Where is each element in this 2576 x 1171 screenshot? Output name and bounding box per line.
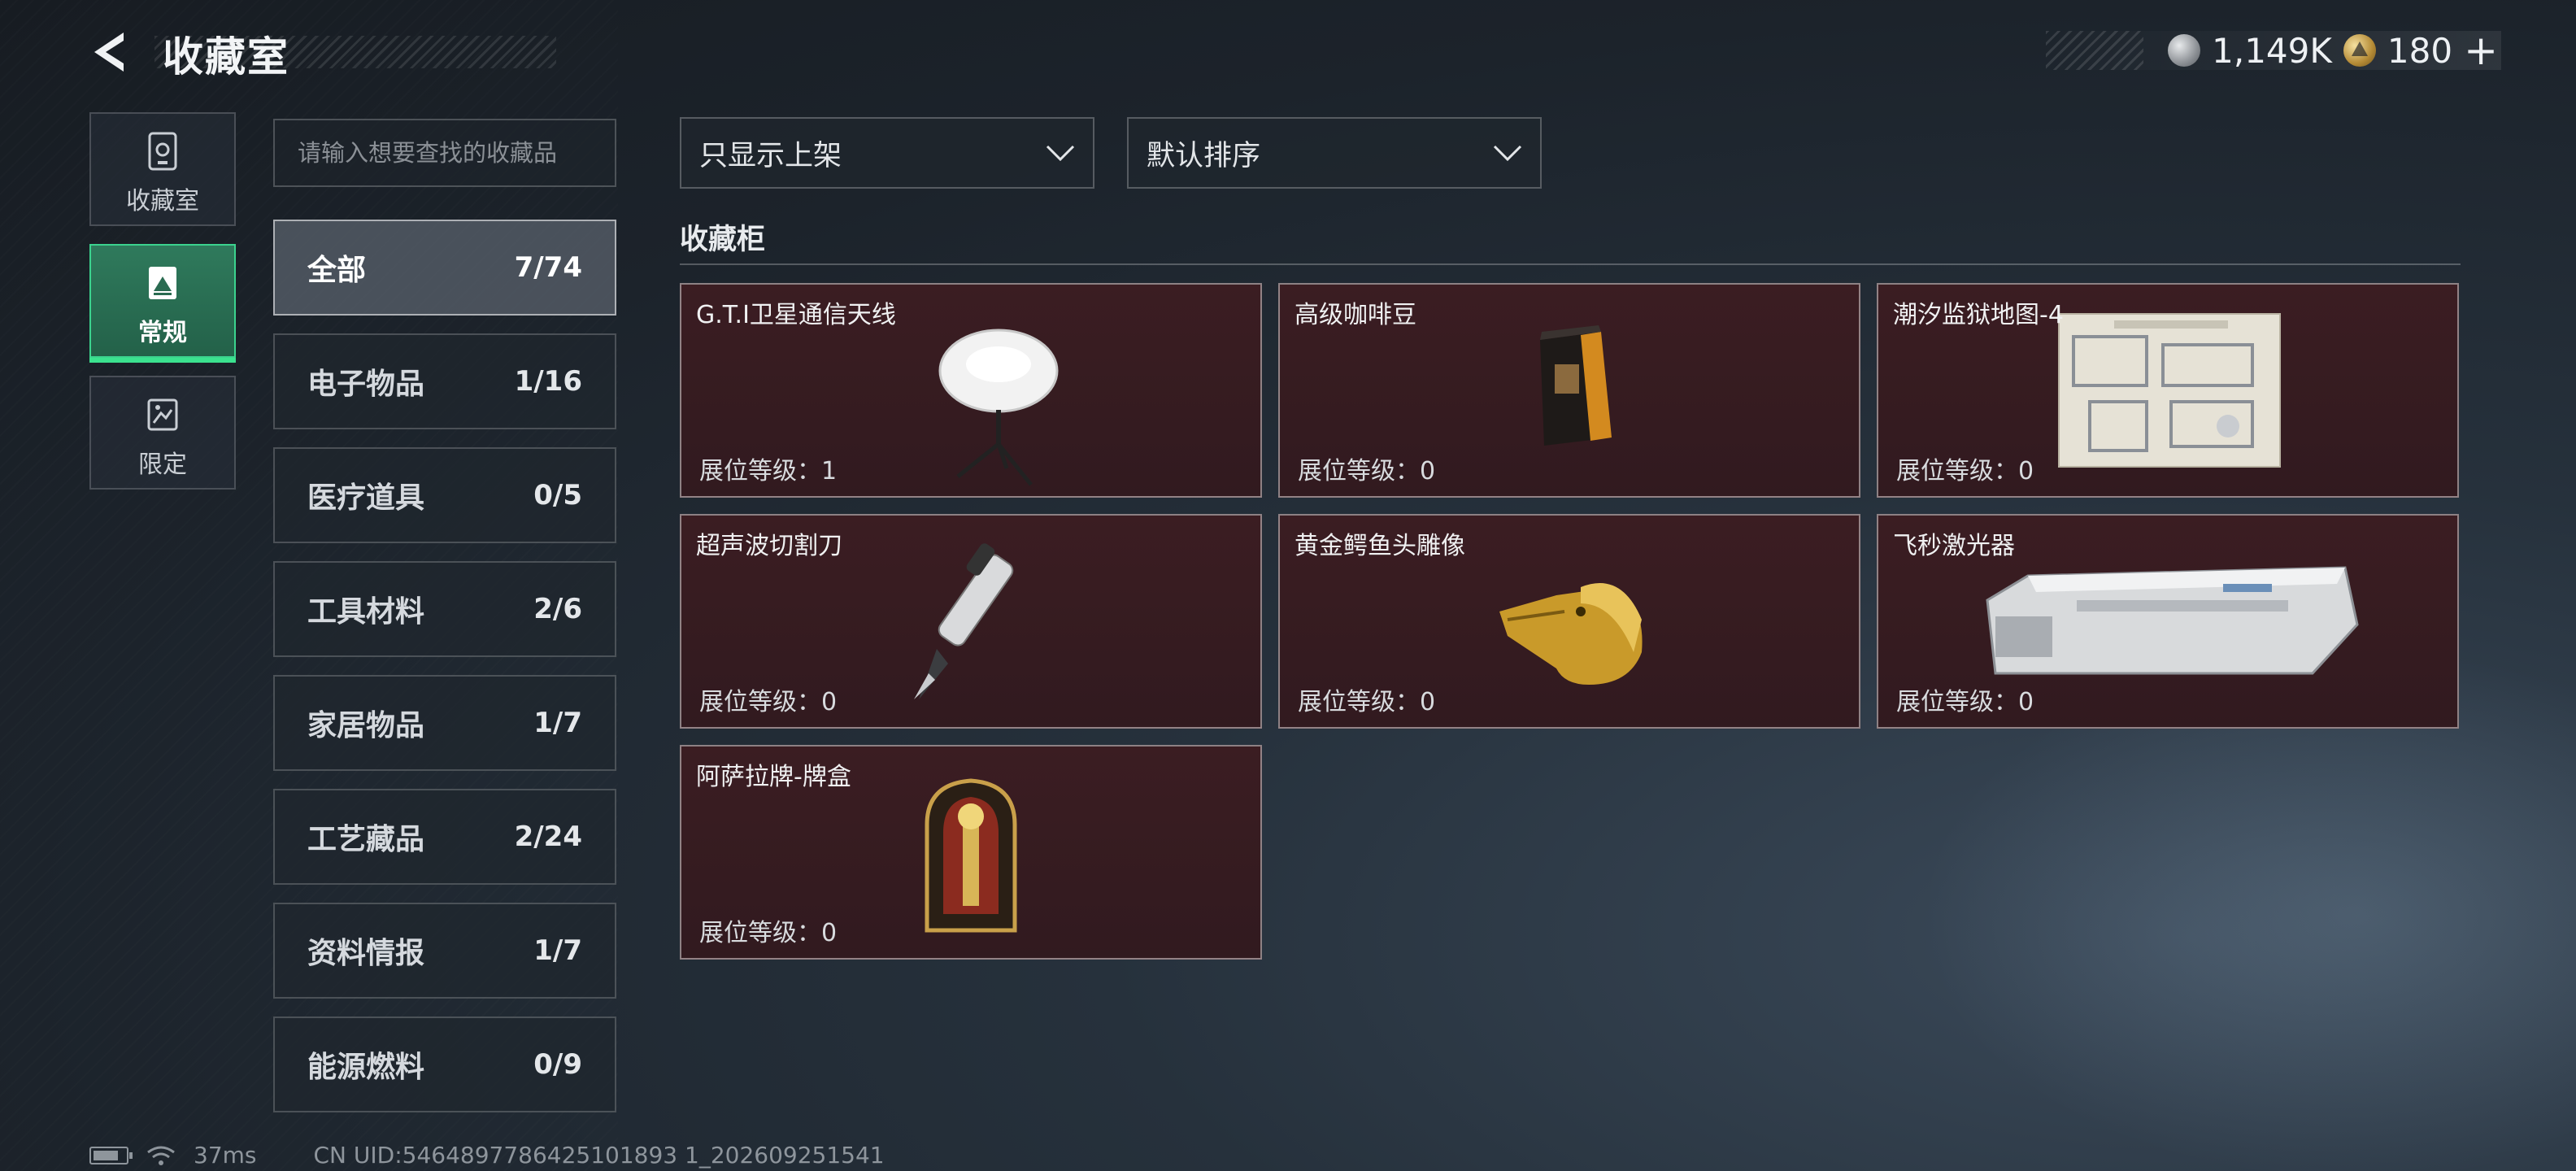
collection-card[interactable]: G.T.I卫星通信天线 展位等级：1 — [680, 283, 1262, 498]
side-tab-regular[interactable]: 常规 — [89, 244, 236, 363]
category-count: 1/7 — [533, 707, 582, 739]
category-count: 0/5 — [533, 479, 582, 511]
category-energy[interactable]: 能源燃料 0/9 — [273, 1016, 616, 1112]
display-level: 展位等级：0 — [1298, 688, 1436, 716]
display-level: 展位等级：0 — [1896, 457, 2034, 485]
display-level: 展位等级：1 — [699, 457, 838, 485]
search-input[interactable] — [273, 119, 616, 187]
display-level: 展位等级：0 — [1896, 688, 2034, 716]
chevron-down-icon — [1046, 145, 1075, 161]
category-tools[interactable]: 工具材料 2/6 — [273, 561, 616, 657]
category-name: 资料情报 — [307, 937, 425, 970]
golden-crocodile-statue-icon — [1499, 583, 1643, 685]
side-tab-limited[interactable]: 限定 — [89, 376, 236, 490]
gold-coin-icon — [2343, 34, 2376, 67]
category-count: 0/9 — [533, 1048, 582, 1081]
satellite-antenna-icon — [938, 329, 1059, 486]
dropdown-value: 只显示上架 — [699, 139, 842, 172]
category-count: 1/16 — [514, 365, 582, 398]
collection-card[interactable]: 黄金鳄鱼头雕像 展位等级：0 — [1278, 514, 1860, 729]
category-count: 2/6 — [533, 593, 582, 625]
collection-card[interactable]: 高级咖啡豆 展位等级：0 — [1278, 283, 1860, 498]
page-title: 收藏室 — [163, 33, 289, 81]
wifi-icon — [147, 1146, 175, 1165]
collection-card[interactable]: 超声波切割刀 展位等级：0 — [680, 514, 1262, 729]
item-name: 阿萨拉牌-牌盒 — [696, 763, 851, 791]
silver-amount: 1,149K — [2212, 30, 2332, 71]
section-title: 收藏柜 — [680, 224, 766, 256]
collection-card[interactable]: 阿萨拉牌-牌盒 展位等级：0 — [680, 745, 1262, 960]
category-count: 7/74 — [514, 251, 582, 284]
side-tab-vault[interactable]: 收藏室 — [89, 112, 236, 226]
item-name: 飞秒激光器 — [1893, 532, 2015, 560]
ping-value: 37ms — [194, 1142, 257, 1169]
category-intel[interactable]: 资料情报 1/7 — [273, 903, 616, 999]
display-level: 展位等级：0 — [699, 919, 838, 947]
coffee-bag-icon — [1540, 325, 1612, 446]
user-uid: CN UID:5464897786425101893 1_20260925154… — [313, 1142, 885, 1169]
category-count: 2/24 — [514, 821, 582, 853]
femtosecond-laser-icon — [1986, 566, 2359, 675]
category-name: 能源燃料 — [307, 1051, 425, 1084]
category-name: 工艺藏品 — [307, 823, 425, 856]
category-all[interactable]: 全部 7/74 — [273, 220, 616, 316]
collection-card[interactable]: 飞秒激光器 展位等级：0 — [1877, 514, 2459, 729]
gold-amount: 180 — [2387, 30, 2453, 71]
side-tab-label: 收藏室 — [126, 187, 199, 215]
item-name: 黄金鳄鱼头雕像 — [1295, 532, 1465, 560]
add-currency-button[interactable]: + — [2464, 30, 2498, 71]
prison-map-icon — [2058, 313, 2281, 468]
currency-bar: 1,149K 180 + — [2046, 30, 2501, 71]
battery-icon — [89, 1146, 133, 1164]
dropdown-value: 默认排序 — [1147, 139, 1261, 172]
limited-icon — [147, 398, 178, 431]
chevron-down-icon — [1493, 145, 1522, 161]
category-electronics[interactable]: 电子物品 1/16 — [273, 333, 616, 429]
silver-coin-icon — [2168, 34, 2201, 67]
collection-card[interactable]: 潮汐监狱地图-4 展位等级：0 — [1877, 283, 2459, 498]
landscape-icon — [149, 267, 176, 299]
section-divider — [680, 263, 2461, 265]
vault-icon — [148, 132, 177, 171]
category-count: 1/7 — [533, 934, 582, 967]
display-level: 展位等级：0 — [1298, 457, 1436, 485]
category-name: 全部 — [307, 254, 367, 287]
category-medical[interactable]: 医疗道具 0/5 — [273, 447, 616, 543]
category-crafts[interactable]: 工艺藏品 2/24 — [273, 789, 616, 885]
item-name: 潮汐监狱地图-4 — [1893, 301, 2064, 329]
category-name: 工具材料 — [307, 595, 425, 629]
category-name: 医疗道具 — [307, 481, 425, 515]
category-household[interactable]: 家居物品 1/7 — [273, 675, 616, 771]
item-name: 超声波切割刀 — [696, 532, 842, 560]
back-arrow-icon[interactable] — [88, 28, 137, 76]
side-tab-label: 常规 — [138, 319, 187, 347]
card-box-icon — [925, 778, 1017, 933]
item-name: G.T.I卫星通信天线 — [696, 301, 896, 329]
ultrasonic-cutter-icon — [914, 543, 1014, 699]
sort-dropdown[interactable]: 默认排序 — [1127, 117, 1542, 189]
side-tab-label: 限定 — [138, 451, 187, 479]
status-footer: 37ms CN UID:5464897786425101893 1_202609… — [89, 1142, 885, 1169]
currency-decoration — [2046, 31, 2143, 70]
display-level: 展位等级：0 — [699, 688, 838, 716]
category-name: 电子物品 — [307, 368, 425, 401]
shelf-filter-dropdown[interactable]: 只显示上架 — [680, 117, 1094, 189]
item-name: 高级咖啡豆 — [1295, 301, 1416, 329]
category-name: 家居物品 — [307, 709, 425, 742]
